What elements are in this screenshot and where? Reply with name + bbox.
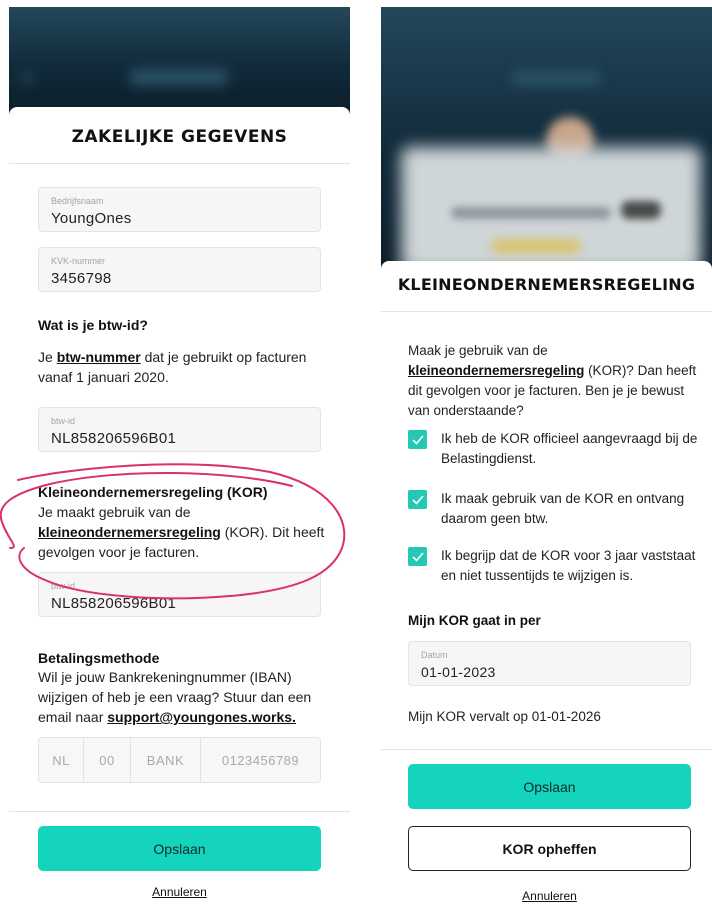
footer-divider <box>9 811 350 812</box>
iban-check-digits[interactable]: 00 <box>84 738 131 782</box>
kor-check-2-label: Ik maak gebruik van de KOR en ontvang da… <box>441 491 685 526</box>
iban-account-number[interactable]: 0123456789 <box>201 738 320 782</box>
company-name-label: Bedrijfsnaam <box>51 196 104 206</box>
header-divider <box>381 311 712 312</box>
business-details-screen: ZAKELIJKE GEGEVENS Bedrijfsnaam YoungOne… <box>9 7 350 913</box>
sheet-title: ZAKELIJKE GEGEVENS <box>71 127 288 147</box>
kor-check-3-label: Ik begrijp dat de KOR voor 3 jaar vastst… <box>441 548 696 583</box>
vat-heading: Wat is je btw-id? <box>38 317 148 333</box>
kvk-number-field[interactable]: KVK-nummer 3456798 <box>38 247 321 292</box>
kor-check-1-label: Ik heb de KOR officieel aangevraagd bij … <box>441 431 698 466</box>
kor-start-heading: Mijn KOR gaat in per <box>408 613 541 628</box>
vat-number-link[interactable]: btw-nummer <box>57 349 141 365</box>
kor-check-2[interactable]: Ik maak gebruik van de KOR en ontvang da… <box>408 489 708 529</box>
checkbox-checked-icon[interactable] <box>408 547 427 566</box>
save-button[interactable]: Opslaan <box>408 764 691 809</box>
kor-vat-id-field[interactable]: btw-id NL858206596B01 <box>38 572 321 617</box>
footer-divider <box>381 749 712 750</box>
kor-check-1[interactable]: Ik heb de KOR officieel aangevraagd bij … <box>408 429 708 469</box>
kor-link[interactable]: kleineondernemersregeling <box>38 524 221 540</box>
blurred-backdrop <box>381 7 712 272</box>
kor-cancel-button[interactable]: KOR opheffen <box>408 826 691 871</box>
vat-id-label: btw-id <box>51 416 76 426</box>
iban-bank-code[interactable]: BANK <box>131 738 201 782</box>
iban-country[interactable]: NL <box>39 738 84 782</box>
support-email-link[interactable]: support@youngones.works. <box>107 709 296 725</box>
blurred-backdrop <box>9 7 350 117</box>
kvk-number-label: KVK-nummer <box>51 256 106 266</box>
vat-id-value: NL858206596B01 <box>51 430 177 447</box>
payment-heading: Betalingsmethode <box>38 650 160 666</box>
bottom-sheet: ZAKELIJKE GEGEVENS Bedrijfsnaam YoungOne… <box>9 107 350 913</box>
kor-vat-id-value: NL858206596B01 <box>51 595 177 612</box>
kor-date-value: 01-01-2023 <box>421 664 496 680</box>
kor-check-3[interactable]: Ik begrijp dat de KOR voor 3 jaar vastst… <box>408 546 712 586</box>
company-name-value: YoungOnes <box>51 210 132 227</box>
cancel-link[interactable]: Annuleren <box>408 889 691 903</box>
kor-vat-id-label: btw-id <box>51 581 76 591</box>
header-divider <box>9 163 350 164</box>
kor-date-label: Datum <box>421 650 448 660</box>
kor-expiry-text: Mijn KOR vervalt op 01-01-2026 <box>408 709 601 724</box>
kor-screen: KLEINEONDERNEMERSREGELING Maak je gebrui… <box>381 7 712 913</box>
iban-input[interactable]: NL 00 BANK 0123456789 <box>38 737 321 783</box>
company-name-field[interactable]: Bedrijfsnaam YoungOnes <box>38 187 321 232</box>
checkbox-checked-icon[interactable] <box>408 490 427 509</box>
kvk-number-value: 3456798 <box>51 270 112 287</box>
kor-intro: Maak je gebruik van de kleineondernemers… <box>408 343 697 418</box>
vat-description: Je btw-nummer dat je gebruikt op facture… <box>38 349 307 385</box>
payment-description: Wil je jouw Bankrekeningnummer (IBAN) wi… <box>38 669 312 725</box>
checkbox-checked-icon[interactable] <box>408 430 427 449</box>
kor-description: Je maakt gebruik van de kleineondernemer… <box>38 504 325 560</box>
kor-date-field[interactable]: Datum 01-01-2023 <box>408 641 691 686</box>
kor-link[interactable]: kleineondernemersregeling <box>408 363 584 378</box>
vat-id-field[interactable]: btw-id NL858206596B01 <box>38 407 321 452</box>
bottom-sheet: KLEINEONDERNEMERSREGELING Maak je gebrui… <box>381 261 712 913</box>
save-button[interactable]: Opslaan <box>38 826 321 871</box>
cancel-link[interactable]: Annuleren <box>38 885 321 899</box>
kor-heading: Kleineondernemersregeling (KOR) <box>38 484 268 500</box>
sheet-title: KLEINEONDERNEMERSREGELING <box>397 275 696 294</box>
